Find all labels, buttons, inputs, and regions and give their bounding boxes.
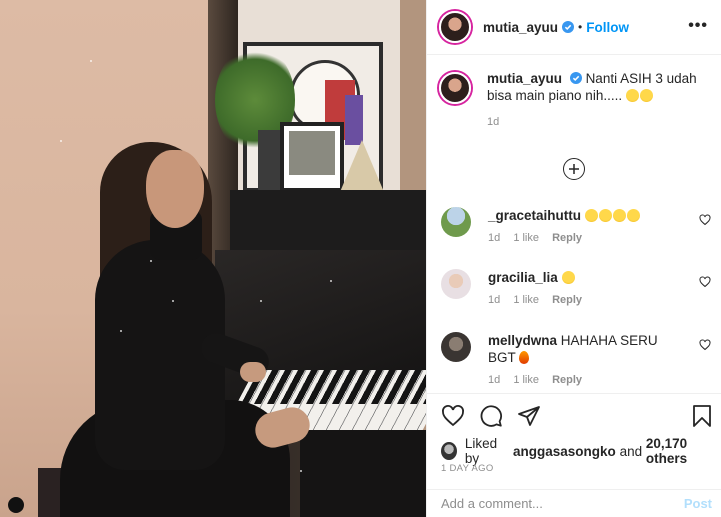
photo-person-face (146, 150, 204, 228)
heart-icon[interactable] (699, 339, 711, 351)
photo-speckle (120, 330, 122, 332)
posted-ago[interactable]: 1 DAY AGO (441, 463, 494, 474)
comment-avatar[interactable] (441, 332, 471, 362)
more-options-icon[interactable]: ••• (688, 17, 708, 35)
load-more-comments-button[interactable] (563, 158, 585, 180)
grinning-emoji-icon (584, 209, 598, 222)
comment-icon[interactable] (479, 404, 503, 428)
comment-username[interactable]: mellydwna (488, 333, 557, 348)
heart-icon[interactable] (699, 276, 711, 288)
add-comment-bar: Post (427, 489, 721, 517)
bookmark-icon[interactable] (690, 404, 714, 428)
comment-text: mellydwna HAHAHA SERU BGT (488, 332, 678, 366)
likes-summary: Liked by anggasasongko and 20,170 others (441, 436, 721, 466)
likes-count[interactable]: 20,170 others (646, 436, 721, 466)
photo-metronome (340, 140, 384, 192)
paper-plane-icon[interactable] (517, 404, 541, 428)
caption-username[interactable]: mutia_ayuu (487, 71, 562, 86)
post-details-panel: mutia_ayuu • Follow ••• mutia_ayuu Nanti… (426, 0, 721, 517)
photo-speckle (260, 300, 262, 302)
comment-time[interactable]: 1d (488, 374, 500, 386)
author-username[interactable]: mutia_ayuu (483, 20, 558, 35)
grinning-emoji-icon (639, 89, 653, 102)
reply-button[interactable]: Reply (552, 294, 582, 306)
photo-speckle (330, 280, 332, 282)
grinning-emoji-icon (625, 89, 639, 102)
comment-text: _gracetaihuttu (488, 207, 678, 224)
plus-circle-icon (569, 164, 579, 174)
photo-person-hand (240, 362, 266, 382)
comment-meta: 1d 1 like Reply (488, 294, 711, 306)
verified-badge-icon (562, 21, 575, 33)
caption-time[interactable]: 1d (487, 116, 709, 128)
photo-speckle (300, 470, 302, 472)
follow-button[interactable]: Follow (586, 20, 629, 35)
photo-piano-front (300, 430, 426, 517)
post-photo[interactable] (0, 0, 426, 517)
comment-likes[interactable]: 1 like (513, 374, 539, 386)
comment-time[interactable]: 1d (488, 294, 500, 306)
photo-artwork-shape (345, 95, 363, 145)
comment-likes[interactable]: 1 like (513, 232, 539, 244)
liker-avatar[interactable] (441, 442, 457, 460)
likes-prefix: Liked by (464, 436, 498, 466)
comment-likes[interactable]: 1 like (513, 294, 539, 306)
comment-text: gracilia_lia (488, 269, 678, 286)
comment-meta: 1d 1 like Reply (488, 232, 711, 244)
separator-dot: • (578, 20, 583, 34)
caption-author-avatar[interactable] (439, 72, 471, 104)
photo-piano-black-keys (240, 370, 426, 404)
fire-emoji-icon (519, 351, 530, 364)
likes-and: and (619, 443, 643, 459)
photo-speckle (172, 300, 174, 302)
add-comment-input[interactable] (441, 496, 684, 511)
comment-item: _gracetaihuttu 1d 1 like Reply (441, 207, 711, 244)
author-avatar[interactable] (439, 11, 471, 43)
comment-item: mellydwna HAHAHA SERU BGT 1d 1 like Repl… (441, 332, 711, 386)
grinning-emoji-icon (612, 209, 626, 222)
action-icons (441, 404, 541, 428)
comment-username[interactable]: _gracetaihuttu (488, 208, 581, 223)
post-header: mutia_ayuu • Follow ••• (427, 0, 721, 55)
reply-button[interactable]: Reply (552, 232, 582, 244)
caption-text: mutia_ayuu Nanti ASIH 3 udah bisa main p… (487, 70, 709, 104)
heart-icon[interactable] (441, 404, 465, 428)
liker-username[interactable]: anggasasongko (513, 444, 616, 459)
verified-badge-icon (569, 72, 582, 84)
post-comment-button[interactable]: Post (684, 496, 712, 511)
heart-icon[interactable] (699, 214, 711, 226)
photo-speckle (90, 60, 92, 62)
grinning-emoji-icon (598, 209, 612, 222)
comment-time[interactable]: 1d (488, 232, 500, 244)
comment-meta: 1d 1 like Reply (488, 374, 711, 386)
comment-avatar[interactable] (441, 269, 471, 299)
comment-avatar[interactable] (441, 207, 471, 237)
grinning-emoji-icon (626, 209, 640, 222)
photo-picture (289, 131, 335, 175)
comment-username[interactable]: gracilia_lia (488, 270, 558, 285)
tagged-user-icon[interactable] (8, 497, 24, 513)
hugging-emoji-icon (561, 271, 575, 284)
reply-button[interactable]: Reply (552, 374, 582, 386)
post-caption: mutia_ayuu Nanti ASIH 3 udah bisa main p… (439, 70, 709, 128)
comment-item: gracilia_lia 1d 1 like Reply (441, 269, 711, 306)
photo-speckle (150, 260, 152, 262)
photo-speckle (60, 140, 62, 142)
